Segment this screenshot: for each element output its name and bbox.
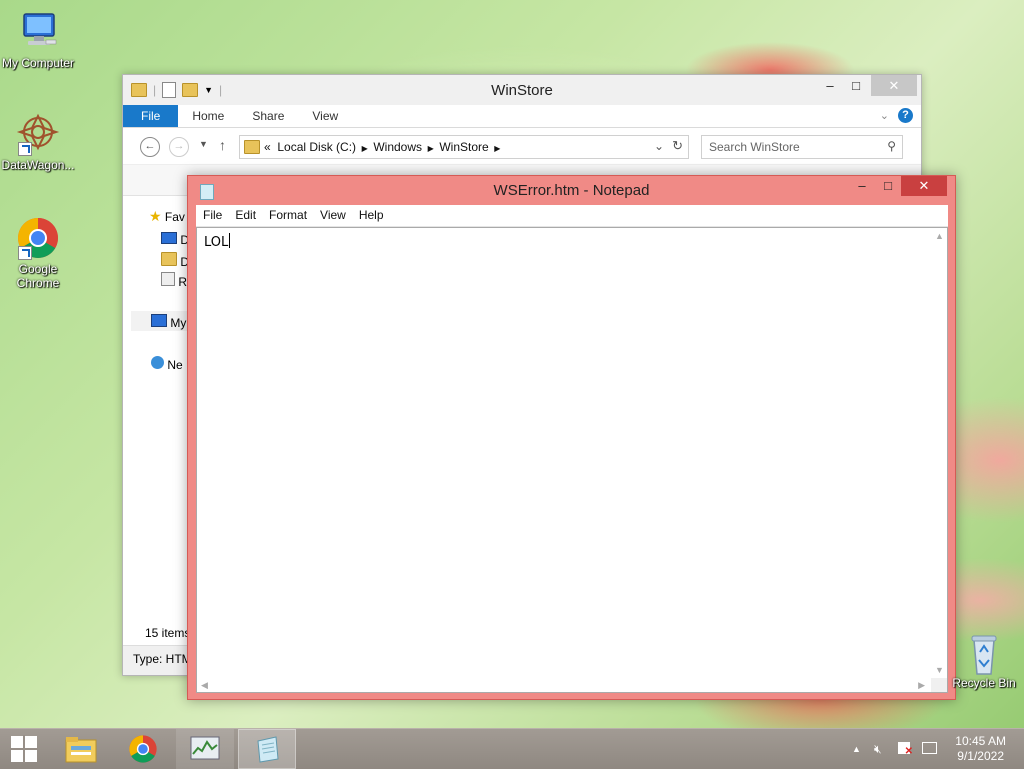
close-button[interactable]: ✕ <box>871 75 917 96</box>
action-center-icon[interactable]: ✕ <box>898 742 913 757</box>
minimize-button[interactable]: – <box>819 75 841 96</box>
notepad-icon <box>257 736 279 763</box>
recent-locations-icon[interactable]: ▼ <box>199 139 208 149</box>
address-dropdown-icon[interactable]: ⌄ <box>654 139 664 153</box>
scroll-up-icon[interactable]: ▲ <box>935 231 944 241</box>
nav-item-desktop[interactable]: D <box>161 232 189 247</box>
desktop-icon-label: Recycle Bin <box>952 676 1016 690</box>
scroll-right-icon[interactable]: ▶ <box>918 680 925 691</box>
breadcrumb-winstore[interactable]: WinStore <box>439 140 488 154</box>
explorer-titlebar[interactable]: | ▼ | WinStore – □ ✕ <box>123 75 921 105</box>
folder-icon <box>244 140 260 154</box>
system-clock[interactable]: 10:45 AM 9/1/2022 <box>955 734 1006 764</box>
vertical-scrollbar[interactable]: ▲ ▼ <box>931 228 947 678</box>
clock-time: 10:45 AM <box>955 734 1006 748</box>
shortcut-arrow-icon <box>18 246 32 260</box>
menu-help[interactable]: Help <box>352 205 390 226</box>
ribbon-tabs: File Home Share View ⌄ ? <box>123 105 921 128</box>
forward-button[interactable]: → <box>169 137 189 157</box>
computer-icon <box>16 10 60 54</box>
taskbar-file-explorer[interactable] <box>52 729 110 769</box>
expand-ribbon-icon[interactable]: ⌄ <box>880 109 889 122</box>
nav-item-my-computer[interactable]: My <box>151 314 186 330</box>
breadcrumb: « Local Disk (C:) ▶ Windows ▶ WinStore ▶ <box>264 140 501 154</box>
show-hidden-icons-icon[interactable]: ▲ <box>852 744 861 754</box>
shortcut-arrow-icon <box>18 142 32 156</box>
maximize-button[interactable]: □ <box>875 176 901 196</box>
window-title: WSError.htm - Notepad <box>493 182 650 199</box>
horizontal-scrollbar[interactable]: ◀ ▶ <box>197 678 931 692</box>
text-editor[interactable]: LOL ▲ ▼ ◀ ▶ <box>196 227 948 693</box>
address-row: ← → ▼ ↑ « Local Disk (C:) ▶ Windows ▶ Wi… <box>123 128 921 164</box>
nav-item-recent[interactable]: R <box>161 272 187 289</box>
maximize-button[interactable]: □ <box>845 75 867 96</box>
tab-home[interactable]: Home <box>178 105 238 127</box>
scroll-left-icon[interactable]: ◀ <box>201 680 208 691</box>
menu-bar: File Edit Format View Help <box>196 205 948 227</box>
tab-share[interactable]: Share <box>238 105 298 127</box>
file-explorer-icon <box>65 737 97 763</box>
menu-view[interactable]: View <box>313 205 352 226</box>
address-bar[interactable]: « Local Disk (C:) ▶ Windows ▶ WinStore ▶… <box>239 135 689 159</box>
details-type: Type: HTM <box>133 652 192 666</box>
menu-edit[interactable]: Edit <box>228 205 262 226</box>
speaker-muted-icon[interactable]: 🔇︎ <box>874 742 882 757</box>
help-icon[interactable]: ? <box>898 108 913 123</box>
desktop-icon-label: My Computer <box>1 56 75 70</box>
document-text: LOL <box>204 233 231 250</box>
notepad-window[interactable]: WSError.htm - Notepad – □ ✕ File Edit Fo… <box>187 175 956 700</box>
network-icon[interactable] <box>922 742 937 757</box>
desktop-icon-label: DataWagon... <box>1 158 75 172</box>
notepad-titlebar[interactable]: WSError.htm - Notepad – □ ✕ <box>188 176 955 205</box>
menu-format[interactable]: Format <box>262 205 313 226</box>
taskbar-chrome[interactable] <box>114 729 172 769</box>
taskbar-task-manager[interactable] <box>176 729 234 769</box>
tab-view[interactable]: View <box>298 105 352 127</box>
windows-start-icon <box>10 735 38 763</box>
clock-date: 9/1/2022 <box>957 749 1004 763</box>
star-icon: ★ <box>149 208 162 224</box>
text-caret <box>229 233 231 248</box>
chrome-icon <box>129 735 157 763</box>
window-title: WinStore <box>491 82 553 99</box>
desktop-icon <box>161 232 177 244</box>
desktop-icon-label: Google Chrome <box>16 262 60 290</box>
task-manager-icon <box>190 736 220 760</box>
search-input[interactable]: Search WinStore ⚲ <box>701 135 903 159</box>
tab-file[interactable]: File <box>123 105 179 127</box>
search-placeholder: Search WinStore <box>709 140 800 154</box>
desktop-icon-my-computer[interactable]: My Computer <box>0 10 76 70</box>
close-button[interactable]: ✕ <box>901 176 947 196</box>
computer-icon <box>151 314 167 327</box>
taskbar-notepad[interactable] <box>238 729 296 769</box>
network-icon <box>151 356 164 369</box>
search-icon: ⚲ <box>887 139 896 153</box>
nav-item-network[interactable]: Ne <box>151 356 183 372</box>
breadcrumb-overflow[interactable]: « <box>264 140 271 154</box>
downloads-icon <box>161 252 177 266</box>
minimize-button[interactable]: – <box>849 176 875 196</box>
up-button[interactable]: ↑ <box>219 137 226 153</box>
taskbar: ▲ 🔇︎ ✕ 10:45 AM 9/1/2022 <box>0 728 1024 769</box>
menu-file[interactable]: File <box>196 205 228 226</box>
breadcrumb-windows[interactable]: Windows <box>373 140 422 154</box>
desktop-icon-datawagon[interactable]: DataWagon... <box>0 112 76 172</box>
nav-item-downloads[interactable]: D <box>161 252 189 269</box>
desktop-icon-google-chrome[interactable]: Google Chrome <box>0 216 76 290</box>
datawagon-icon <box>16 112 60 156</box>
start-button[interactable] <box>0 729 48 769</box>
recent-places-icon <box>161 272 175 286</box>
refresh-button[interactable]: ↻ <box>672 138 683 154</box>
scroll-down-icon[interactable]: ▼ <box>935 665 944 675</box>
breadcrumb-local-disk[interactable]: Local Disk (C:) <box>277 140 356 154</box>
chrome-icon <box>16 216 60 260</box>
back-button[interactable]: ← <box>140 137 160 157</box>
recycle-bin-icon <box>962 630 1006 676</box>
status-item-count: 15 items <box>145 626 191 640</box>
desktop-icon-recycle-bin[interactable]: Recycle Bin <box>944 630 1024 690</box>
nav-item-favorites[interactable]: ★ Fav <box>149 208 185 225</box>
